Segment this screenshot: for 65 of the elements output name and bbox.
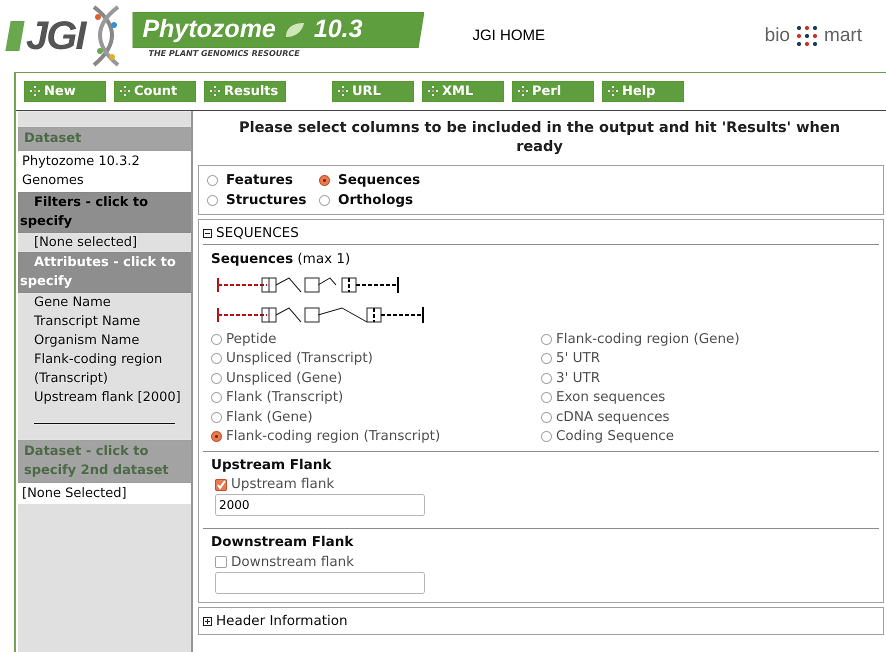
sidebar-item: Gene Name (33, 294, 112, 312)
radio-label[interactable]: Orthologs (338, 190, 414, 210)
radio-button[interactable] (319, 174, 330, 186)
grid-icon (338, 86, 348, 96)
radio-button[interactable] (211, 392, 222, 404)
sidebar-item: Organism Name (33, 332, 140, 350)
radio-button[interactable] (541, 431, 552, 442)
dataset-name: [None Selected] (18, 482, 191, 504)
jgi-logo: JGI (8, 5, 124, 67)
radio-label[interactable]: 3' UTR (556, 368, 600, 388)
expand-icon[interactable] (203, 616, 212, 626)
radio-button[interactable] (211, 431, 222, 442)
radio-button[interactable] (541, 353, 552, 364)
grid-icon (120, 86, 130, 96)
radio-label[interactable]: Unspliced (Gene) (226, 368, 342, 388)
radio-button[interactable] (319, 194, 330, 206)
collapse-icon[interactable] (203, 228, 212, 238)
group-title: Sequences (max 1) (211, 250, 352, 270)
grid-icon (30, 86, 40, 96)
radio-button[interactable] (211, 334, 222, 345)
radio-label[interactable]: Coding Sequence (556, 427, 674, 446)
instruction-text: Please select columns to be included in the output and hit 'Results' when ready (238, 119, 842, 157)
grid-icon (518, 86, 528, 96)
input-field[interactable]: 2000 (215, 494, 425, 516)
grid-icon (608, 86, 618, 96)
radio-label[interactable]: Unspliced (Transcript) (226, 349, 373, 368)
sidebar-item: [None selected] (33, 234, 138, 252)
radio-label[interactable]: Structures (226, 190, 306, 210)
section-title[interactable]: SEQUENCES (216, 223, 299, 244)
radio-button[interactable] (541, 392, 552, 404)
group-title: Upstream Flank (211, 456, 332, 474)
sidebar-item: Flank-coding region (Transcript) (33, 350, 164, 388)
sidebar-item: Upstream flank [2000] (33, 388, 182, 406)
radio-label[interactable]: Flank (Transcript) (226, 388, 344, 408)
checkbox[interactable] (215, 478, 227, 490)
biomart-logo: bio mart (764, 24, 862, 48)
radio-label[interactable]: Features (226, 170, 293, 190)
section-title[interactable]: Header Information (216, 611, 348, 632)
radio-label[interactable]: Flank-coding region (Gene) (556, 330, 740, 349)
input-field[interactable] (215, 572, 425, 594)
radio-label[interactable]: 5' UTR (556, 349, 600, 368)
checkbox-label[interactable]: Downstream flank (231, 552, 354, 572)
radio-label[interactable]: Sequences (338, 170, 420, 190)
checkbox-label[interactable]: Upstream flank (231, 474, 334, 494)
radio-button[interactable] (541, 372, 552, 384)
radio-button[interactable] (541, 334, 552, 345)
radio-label[interactable]: Flank (Gene) (226, 408, 313, 427)
radio-button[interactable] (541, 412, 552, 423)
sidebar-section-link[interactable]: Filters - click to specify (18, 192, 191, 232)
checkbox[interactable] (215, 556, 227, 568)
radio-label[interactable]: cDNA sequences (556, 408, 670, 427)
grid-icon (428, 86, 438, 96)
grid-icon (210, 86, 220, 96)
radio-button[interactable] (211, 372, 222, 384)
radio-label[interactable]: Flank-coding region (Transcript) (226, 427, 440, 446)
radio-button[interactable] (207, 174, 218, 186)
radio-button[interactable] (211, 412, 222, 423)
radio-label[interactable]: Exon sequences (556, 388, 666, 408)
jgi-home-link[interactable]: JGI HOME (472, 24, 545, 48)
radio-button[interactable] (207, 194, 218, 206)
group-title: Downstream Flank (211, 533, 354, 552)
dataset-name: Phytozome 10.3.2 Genomes (18, 150, 191, 192)
radio-button[interactable] (211, 353, 222, 364)
sidebar-item: Transcript Name (33, 312, 142, 330)
radio-label[interactable]: Peptide (226, 330, 276, 349)
